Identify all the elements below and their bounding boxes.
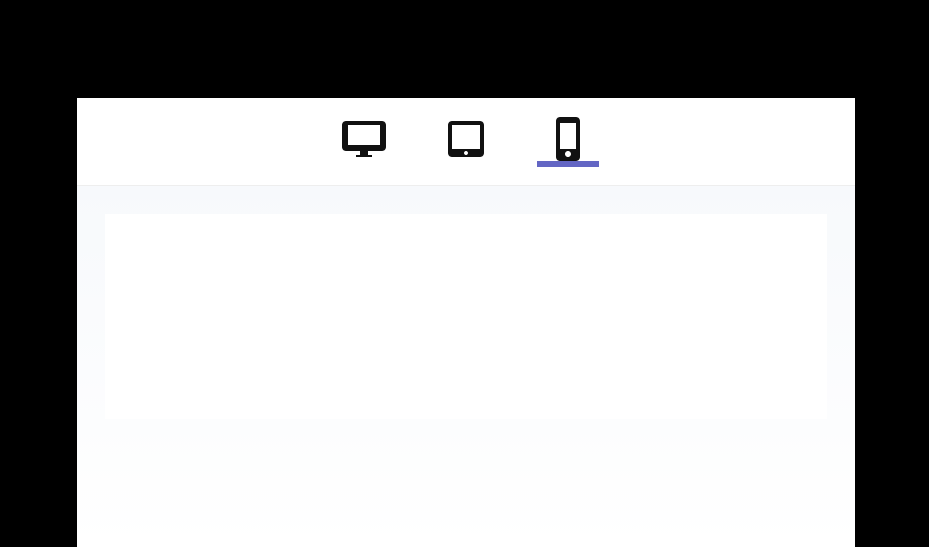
canvas-area	[77, 186, 855, 547]
mobile-button[interactable]	[544, 118, 592, 166]
desktop-icon	[340, 115, 388, 168]
desktop-button[interactable]	[340, 118, 388, 166]
device-toolbar	[77, 98, 855, 186]
preview-frame	[105, 214, 827, 419]
active-indicator	[537, 161, 599, 167]
app-window	[77, 98, 855, 547]
tablet-icon	[442, 115, 490, 168]
tablet-button[interactable]	[442, 118, 490, 166]
